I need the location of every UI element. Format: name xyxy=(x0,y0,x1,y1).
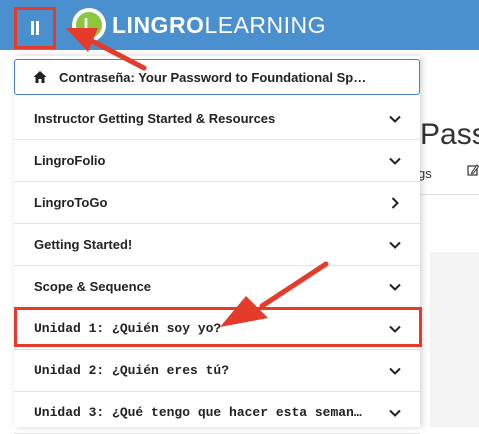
menu-item-lingrofolio[interactable]: LingroFolio xyxy=(14,140,420,182)
chevron-right-icon xyxy=(391,196,399,209)
menu-item-unidad-3[interactable]: Unidad 3: ¿Qué tengo que hacer esta sema… xyxy=(14,392,420,434)
logo-icon: L xyxy=(72,8,106,42)
menu-item-label: Getting Started! xyxy=(34,237,133,252)
menu-item-label: Scope & Sequence xyxy=(34,279,152,294)
menu-item-instructor-resources[interactable]: Instructor Getting Started & Resources xyxy=(14,98,420,140)
menu-item-lingrotogo[interactable]: LingroToGo xyxy=(14,182,420,224)
menu-item-getting-started[interactable]: Getting Started! xyxy=(14,224,420,266)
menu-icon xyxy=(31,21,39,35)
menu-item-unidad-2[interactable]: Unidad 2: ¿Quién eres tú? xyxy=(14,350,420,392)
chevron-down-icon xyxy=(389,115,401,123)
top-navbar: L LINGROLEARNING xyxy=(0,0,479,50)
chevron-down-icon xyxy=(389,325,401,333)
menu-item-label: Contraseña: Your Password to Foundationa… xyxy=(59,69,367,85)
menu-item-label: Unidad 1: ¿Quién soy yo? xyxy=(34,321,222,336)
menu-item-home[interactable]: Contraseña: Your Password to Foundationa… xyxy=(14,59,420,95)
page-title: Pass xyxy=(420,118,479,151)
menu-item-label: Unidad 3: ¿Qué tengo que hacer esta sema… xyxy=(34,405,362,420)
course-nav-drawer: Contraseña: Your Password to Foundationa… xyxy=(14,56,420,434)
menu-item-label: LingroFolio xyxy=(34,153,106,168)
chevron-down-icon xyxy=(389,367,401,375)
chevron-down-icon xyxy=(389,409,401,417)
brand-logo[interactable]: L LINGROLEARNING xyxy=(72,7,326,43)
home-icon xyxy=(33,71,47,83)
brand-name: LINGROLEARNING xyxy=(112,12,326,39)
chevron-down-icon xyxy=(389,157,401,165)
divider xyxy=(418,194,479,195)
menu-item-label: Instructor Getting Started & Resources xyxy=(34,111,276,126)
brand-name-light: LEARNING xyxy=(204,11,327,38)
content-panel xyxy=(430,252,479,427)
menu-item-label: LingroToGo xyxy=(34,195,108,210)
chevron-down-icon xyxy=(389,283,401,291)
brand-name-bold: LINGRO xyxy=(112,11,205,38)
hamburger-menu-button[interactable] xyxy=(14,7,56,49)
menu-item-label: Unidad 2: ¿Quién eres tú? xyxy=(34,363,230,378)
pencil-icon[interactable] xyxy=(467,164,479,179)
menu-item-unidad-1[interactable]: Unidad 1: ¿Quién soy yo? xyxy=(14,308,420,350)
chevron-down-icon xyxy=(389,241,401,249)
page-tab-fragment[interactable]: gs xyxy=(418,166,432,181)
menu-item-scope-sequence[interactable]: Scope & Sequence xyxy=(14,266,420,308)
logo-letter: L xyxy=(76,12,102,38)
